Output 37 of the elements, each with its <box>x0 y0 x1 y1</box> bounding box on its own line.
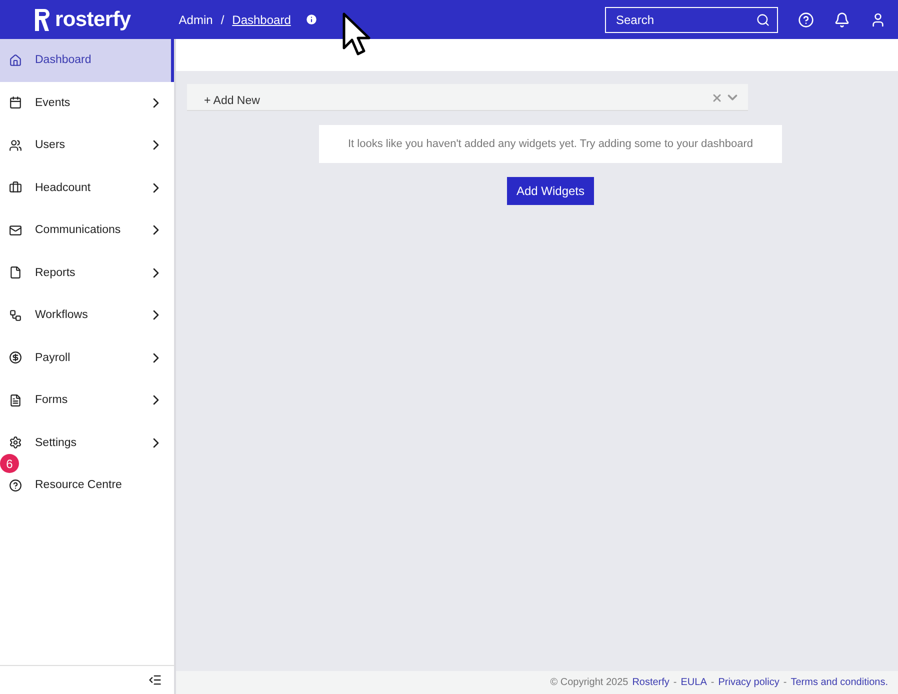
add-new-link[interactable]: + Add New <box>204 95 711 107</box>
notification-icon[interactable] <box>834 12 850 28</box>
search-icon[interactable] <box>756 12 770 26</box>
logo-text[interactable]: rosterfy <box>55 8 131 32</box>
footer-link[interactable]: Privacy policy <box>718 677 780 688</box>
breadcrumb-text: Admin <box>178 12 213 26</box>
profile-icon[interactable] <box>870 12 886 28</box>
info-icon[interactable] <box>304 13 318 26</box>
empty-message: It looks like you haven't added any widgets yet. Try adding some to your dashboard <box>319 125 782 163</box>
footer-text: - <box>783 677 787 688</box>
breadcrumb-separator: / <box>220 12 224 26</box>
sidebar-item[interactable]: Dashboard <box>0 39 174 82</box>
footer-text: - <box>673 677 677 688</box>
people-icon <box>9 138 22 152</box>
form-icon <box>9 394 22 407</box>
briefcase-icon <box>9 181 22 194</box>
footer-link[interactable]: EULA <box>680 677 707 688</box>
footer-link[interactable]: Terms and conditions. <box>790 677 888 688</box>
add-widgets-button[interactable]: Add Widgets <box>507 177 594 205</box>
footer-link[interactable]: Rosterfy <box>632 677 670 688</box>
help-icon[interactable] <box>798 12 814 28</box>
envelope-icon <box>9 224 22 237</box>
home-icon <box>9 54 22 67</box>
nodes-icon <box>9 308 22 322</box>
mouse-pointer-icon <box>342 12 372 58</box>
footer-text: - <box>710 677 714 688</box>
logo-icon <box>34 8 50 32</box>
dollar-icon <box>9 351 22 364</box>
document-icon <box>9 266 22 280</box>
collapse-icon[interactable] <box>148 673 162 687</box>
footer-text: © Copyright 2025 <box>550 677 628 688</box>
settings-icon <box>9 436 22 450</box>
breadcrumb-link[interactable]: Dashboard <box>232 12 291 26</box>
search-field[interactable]: Search <box>605 6 778 32</box>
calendar-icon <box>9 96 22 110</box>
close-icon[interactable] <box>711 92 723 104</box>
help-icon <box>9 478 22 492</box>
